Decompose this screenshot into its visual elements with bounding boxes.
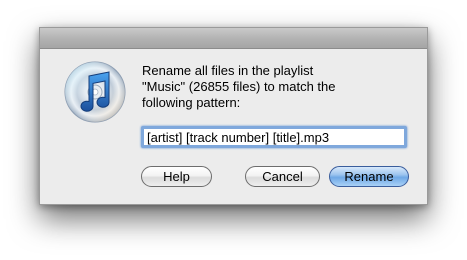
- dialog-message: Rename all files in the playlist "Music"…: [142, 63, 336, 110]
- cancel-button[interactable]: Cancel: [245, 166, 320, 187]
- screen: Rename all files in the playlist "Music"…: [0, 0, 467, 260]
- rename-pattern-input[interactable]: [artist] [track number] [title].mp3: [141, 126, 407, 148]
- rename-button[interactable]: Rename: [329, 166, 409, 187]
- dialog-titlebar[interactable]: [40, 28, 427, 49]
- help-button[interactable]: Help: [141, 166, 212, 187]
- itunes-icon: [63, 60, 127, 124]
- rename-dialog: Rename all files in the playlist "Music"…: [39, 27, 428, 205]
